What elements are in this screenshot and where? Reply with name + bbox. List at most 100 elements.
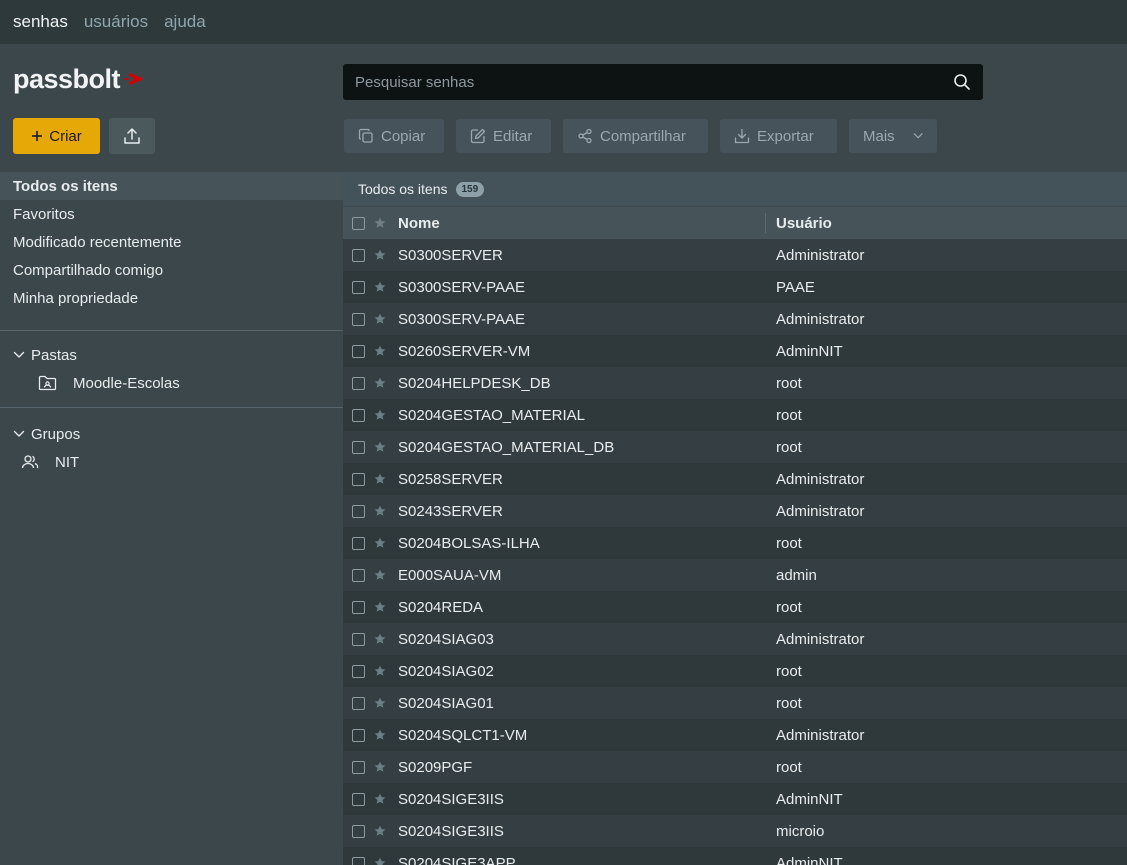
star-icon[interactable] (374, 697, 386, 709)
filter-all-items[interactable]: Todos os itens (0, 172, 343, 200)
resource-name: S0204SIAG03 (398, 630, 494, 648)
row-checkbox[interactable] (352, 664, 365, 678)
password-table: Nome Usuário S0300SERVER Administrator S03… (343, 207, 1127, 865)
star-icon[interactable] (374, 345, 386, 357)
table-row[interactable]: S0204SIGE3IIS microio (343, 815, 1127, 847)
table-row[interactable]: S0204HELPDESK_DB root (343, 367, 1127, 399)
filter-favorites[interactable]: Favoritos (0, 200, 343, 228)
table-row[interactable]: S0243SERVER Administrator (343, 495, 1127, 527)
row-checkbox[interactable] (352, 536, 365, 550)
table-row[interactable]: S0204SIGE3IIS AdminNIT (343, 783, 1127, 815)
column-header-name[interactable]: Nome (398, 215, 440, 232)
column-separator[interactable] (765, 213, 766, 233)
search-icon[interactable] (953, 73, 971, 91)
resource-username: admin (776, 566, 817, 584)
star-icon[interactable] (374, 729, 386, 741)
group-item[interactable]: NIT (0, 448, 343, 476)
row-checkbox[interactable] (352, 792, 365, 806)
row-checkbox[interactable] (352, 312, 365, 326)
users-icon (21, 455, 39, 469)
plus-icon (32, 131, 43, 141)
table-row[interactable]: S0204SIAG01 root (343, 687, 1127, 719)
row-checkbox[interactable] (352, 696, 365, 710)
row-checkbox[interactable] (352, 824, 365, 838)
star-icon[interactable] (374, 441, 386, 453)
table-row[interactable]: S0204GESTAO_MATERIAL root (343, 399, 1127, 431)
star-icon[interactable] (374, 793, 386, 805)
resource-username: root (776, 374, 802, 392)
export-button[interactable]: Exportar (720, 119, 837, 153)
table-row[interactable]: S0204SIGE3APP AdminNIT (343, 847, 1127, 865)
row-checkbox[interactable] (352, 568, 365, 582)
star-icon[interactable] (374, 761, 386, 773)
row-checkbox[interactable] (352, 248, 365, 262)
table-row[interactable]: S0300SERV-PAAE Administrator (343, 303, 1127, 335)
row-checkbox[interactable] (352, 760, 365, 774)
table-row[interactable]: S0204BOLSAS-ILHA root (343, 527, 1127, 559)
nav-tab-ajuda[interactable]: ajuda (164, 12, 206, 32)
star-icon[interactable] (374, 409, 386, 421)
filter-owned-by-me[interactable]: Minha propriedade (0, 284, 343, 312)
resource-name: S0300SERVER (398, 246, 503, 264)
star-icon[interactable] (374, 281, 386, 293)
row-checkbox[interactable] (352, 632, 365, 646)
row-checkbox[interactable] (352, 344, 365, 358)
row-checkbox[interactable] (352, 504, 365, 518)
table-row[interactable]: S0209PGF root (343, 751, 1127, 783)
table-row[interactable]: S0258SERVER Administrator (343, 463, 1127, 495)
share-button[interactable]: Compartilhar (563, 119, 708, 153)
chevron-down-icon (13, 430, 25, 437)
resource-name: S0258SERVER (398, 470, 503, 488)
filter-recently-modified[interactable]: Modificado recentemente (0, 228, 343, 256)
search-input[interactable] (355, 73, 953, 91)
star-icon[interactable] (374, 313, 386, 325)
groups-section-header[interactable]: Grupos (0, 420, 343, 448)
table-row[interactable]: S0204GESTAO_MATERIAL_DB root (343, 431, 1127, 463)
star-icon[interactable] (374, 473, 386, 485)
star-icon[interactable] (374, 505, 386, 517)
copy-button[interactable]: Copiar (344, 119, 444, 153)
star-icon[interactable] (374, 217, 386, 229)
row-checkbox[interactable] (352, 856, 365, 865)
table-row[interactable]: E000SAUA-VM admin (343, 559, 1127, 591)
resource-username: Administrator (776, 310, 865, 328)
resource-name: S0204SIAG01 (398, 694, 494, 712)
column-header-user[interactable]: Usuário (776, 215, 832, 232)
table-row[interactable]: S0204SIAG02 root (343, 655, 1127, 687)
folders-section-header[interactable]: Pastas (0, 341, 343, 369)
resource-name: S0300SERV-PAAE (398, 310, 526, 328)
import-button[interactable] (109, 118, 155, 154)
table-row[interactable]: S0260SERVER-VM AdminNIT (343, 335, 1127, 367)
table-row[interactable]: S0300SERV-PAAE PAAE (343, 271, 1127, 303)
nav-tab-usuarios[interactable]: usuários (84, 12, 148, 32)
star-icon[interactable] (374, 537, 386, 549)
star-icon[interactable] (374, 249, 386, 261)
folder-item[interactable]: Moodle-Escolas (0, 369, 343, 397)
row-checkbox[interactable] (352, 472, 365, 486)
star-icon[interactable] (374, 601, 386, 613)
star-icon[interactable] (374, 377, 386, 389)
row-checkbox[interactable] (352, 440, 365, 454)
edit-button[interactable]: Editar (456, 119, 551, 153)
table-row[interactable]: S0204SIAG03 Administrator (343, 623, 1127, 655)
star-icon[interactable] (374, 665, 386, 677)
row-checkbox[interactable] (352, 280, 365, 294)
table-row[interactable]: S0204REDA root (343, 591, 1127, 623)
row-checkbox[interactable] (352, 600, 365, 614)
table-row[interactable]: S0300SERVER Administrator (343, 239, 1127, 271)
nav-tab-senhas[interactable]: senhas (13, 12, 68, 32)
row-checkbox[interactable] (352, 728, 365, 742)
star-icon[interactable] (374, 825, 386, 837)
filter-shared-with-me[interactable]: Compartilhado comigo (0, 256, 343, 284)
copy-icon (358, 128, 373, 143)
create-button[interactable]: Criar (13, 118, 100, 154)
star-icon[interactable] (374, 569, 386, 581)
star-icon[interactable] (374, 857, 386, 865)
more-button[interactable]: Mais (849, 119, 937, 153)
row-checkbox[interactable] (352, 376, 365, 390)
row-checkbox[interactable] (352, 408, 365, 422)
breadcrumb: Todos os itens 159 (343, 172, 1127, 206)
star-icon[interactable] (374, 633, 386, 645)
table-row[interactable]: S0204SQLCT1-VM Administrator (343, 719, 1127, 751)
select-all-checkbox[interactable] (352, 216, 365, 230)
